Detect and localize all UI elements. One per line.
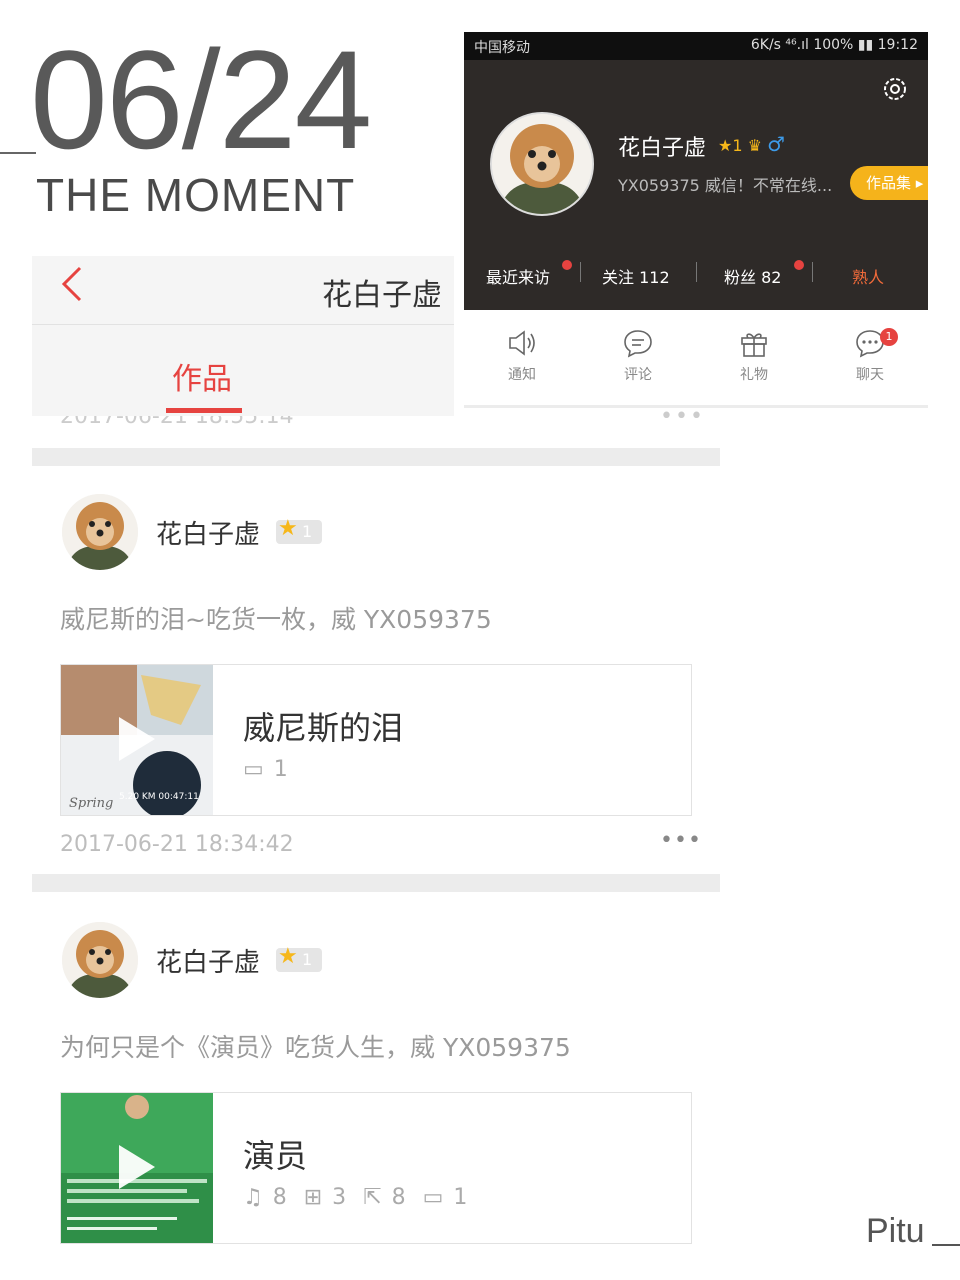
chevron-right-icon: ▸ (911, 174, 924, 192)
works-collection-button[interactable]: 作品集 ▸ (850, 166, 928, 200)
play-icon[interactable] (119, 1145, 155, 1189)
back-arrow-icon[interactable] (56, 264, 86, 304)
more-icon[interactable]: ••• (660, 828, 702, 853)
avatar[interactable] (62, 922, 138, 998)
divider (32, 324, 454, 325)
profile-badges: ★1 ♛ ♂ (718, 132, 785, 156)
profile-avatar[interactable] (490, 112, 594, 216)
speaker-icon (509, 330, 535, 356)
divider (812, 262, 813, 282)
star-icon: ★ (278, 944, 298, 969)
action-label: 聊天 (856, 367, 884, 383)
fans-count[interactable]: 粉丝 82 (724, 264, 781, 288)
works-feed[interactable]: 2017-06-21 18:55:14 ••• 花白子虚 ★ 1 威尼斯的泪~吃… (32, 400, 720, 1280)
work-stats: ▭ 1 (243, 757, 298, 782)
action-label: 评论 (624, 367, 652, 383)
work-title: 演员 (243, 1137, 308, 1175)
divider (696, 262, 697, 282)
gift-icon: ⊞ (303, 1185, 323, 1210)
gear-icon[interactable] (880, 74, 910, 104)
level-badge: ★ 1 (276, 944, 322, 972)
works-collection-label: 作品集 (866, 174, 912, 192)
watermark-line (932, 1244, 960, 1246)
action-chat[interactable]: 1 聊天 (830, 328, 910, 384)
profile-id-line: YX059375 威信！不常在线... (618, 176, 833, 195)
comment-count-icon: ▭ (422, 1185, 444, 1210)
comment-count: 1 (273, 757, 288, 782)
gift-count: 3 (332, 1185, 347, 1210)
divider (580, 262, 581, 282)
comment-count: 1 (453, 1185, 468, 1210)
work-card[interactable]: 5.20 KM 00:47:11 Spring 威尼斯的泪 ▭ 1 (60, 664, 692, 816)
share-count: 8 (391, 1185, 406, 1210)
post-author[interactable]: 花白子虚 (156, 514, 260, 551)
watermark-logo: Pitu (866, 1212, 925, 1250)
play-icon[interactable] (119, 717, 155, 761)
feed-divider (32, 874, 720, 892)
work-card[interactable]: 演员 ♫ 8 ⊞ 3 ⇱ 8 ▭ 1 (60, 1092, 692, 1244)
comment-count-icon: ▭ (243, 757, 264, 782)
unread-badge: 1 (880, 328, 898, 346)
profile-level: 1 (732, 136, 743, 155)
comment-icon (624, 330, 652, 358)
headphones-icon: ♫ (243, 1185, 263, 1210)
work-title: 威尼斯的泪 (243, 709, 404, 747)
carrier-label: 中国移动 (474, 40, 530, 56)
share-icon: ⇱ (363, 1185, 382, 1210)
star-icon: ★ (278, 516, 298, 541)
page-title: 花白子虚 (322, 278, 442, 313)
level-badge: ★ 1 (276, 516, 322, 544)
status-bar: 中国移动 6K/s ⁴⁶.ıl 100% ▮▮ 19:12 (464, 32, 928, 60)
medal-icon: ♛ (747, 136, 768, 155)
video-thumbnail[interactable]: 5.20 KM 00:47:11 Spring (61, 665, 213, 815)
recent-visits-link[interactable]: 最近来访 (486, 264, 550, 288)
work-stats: ♫ 8 ⊞ 3 ⇱ 8 ▭ 1 (243, 1185, 477, 1210)
post-text: 威尼斯的泪~吃货一枚，威 YX059375 (60, 605, 492, 634)
svg-text:5.20 KM 00:47:11: 5.20 KM 00:47:11 (119, 792, 199, 802)
svg-text:Spring: Spring (69, 796, 113, 811)
action-gifts[interactable]: 礼物 (714, 328, 794, 384)
post-text: 为何只是个《演员》吃货人生，威 YX059375 (60, 1033, 571, 1062)
tab-indicator (166, 408, 242, 413)
post-time: 2017-06-21 18:34:42 (60, 832, 294, 857)
profile-stats: 最近来访 关注 112 粉丝 82 熟人 (464, 258, 928, 292)
profile-name: 花白子虚 (618, 136, 707, 161)
level-number: 1 (302, 950, 313, 969)
level-number: 1 (302, 522, 313, 541)
post-author[interactable]: 花白子虚 (156, 942, 260, 979)
collage-date: 06/24 (30, 21, 372, 178)
date-divider (0, 152, 36, 154)
video-thumbnail[interactable] (61, 1093, 213, 1243)
action-comments[interactable]: 评论 (598, 328, 678, 384)
tab-works[interactable]: 作品 (172, 354, 232, 398)
status-indicators: 6K/s ⁴⁶.ıl 100% ▮▮ 19:12 (750, 37, 918, 53)
follow-count[interactable]: 关注 112 (602, 264, 670, 288)
action-label: 通知 (508, 367, 536, 383)
action-bar: 通知 评论 礼物 1 聊天 (464, 312, 928, 408)
action-notify[interactable]: 通知 (482, 328, 562, 384)
notification-dot (562, 260, 572, 270)
feed-divider (32, 448, 720, 466)
acquaintance-link[interactable]: 熟人 (852, 264, 884, 288)
avatar[interactable] (62, 494, 138, 570)
nav-header: 花白子虚 作品 (32, 256, 454, 416)
listen-count: 8 (272, 1185, 287, 1210)
star-icon: ★ (718, 136, 733, 155)
gift-icon (741, 333, 767, 357)
male-icon: ♂ (767, 132, 785, 156)
profile-header: 中国移动 6K/s ⁴⁶.ıl 100% ▮▮ 19:12 花白子虚 ★1 ♛ … (464, 32, 928, 310)
action-label: 礼物 (740, 367, 768, 383)
notification-dot (794, 260, 804, 270)
collage-caption: THE MOMENT (36, 169, 356, 221)
